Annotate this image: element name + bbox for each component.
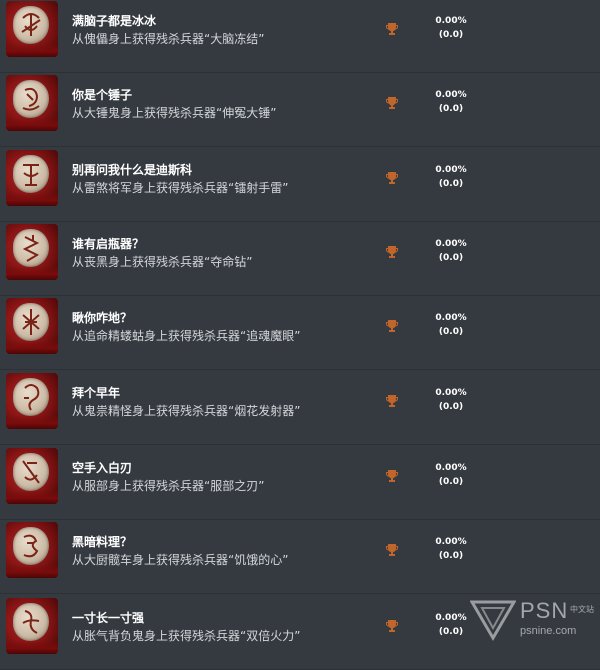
trophy-title[interactable]: 瞅你咋地？	[72, 309, 132, 326]
trophy-count: (0.0)	[438, 30, 464, 40]
trophy-thumbnail	[6, 150, 58, 206]
trophy-row[interactable]: 黑暗料理？ 从大厨髋车身上获得残杀兵器“饥饿的心” 0.00% (0.0)	[0, 521, 600, 594]
psnine-logo-icon	[470, 600, 516, 641]
watermark-url: psnine.com	[520, 625, 577, 637]
trophy-count: (0.0)	[438, 477, 464, 487]
glyph-icon	[23, 534, 39, 558]
trophy-percent: 0.00%	[435, 16, 467, 26]
trophy-description: 从大厨髋车身上获得残杀兵器“饥饿的心”	[72, 553, 289, 567]
trophy-title[interactable]: 黑暗料理？	[72, 533, 132, 550]
trophy-percent: 0.00%	[435, 90, 467, 100]
trophy-percent: 0.00%	[435, 165, 467, 175]
glyph-icon	[22, 460, 40, 484]
trophy-count: (0.0)	[438, 551, 464, 561]
trophy-description: 从傀儡身上获得残杀兵器“大脑冻结”	[72, 32, 265, 46]
trophy-title[interactable]: 别再问我什么是迪斯科	[72, 161, 192, 178]
trophy-thumbnail	[6, 448, 58, 504]
trophy-title[interactable]: 满脑子都是冰冰	[72, 12, 156, 29]
trophy-row[interactable]: 你是个锤子 从大锤鬼身上获得残杀兵器“伸冤大锤” 0.00% (0.0)	[0, 74, 600, 147]
trophy-percent: 0.00%	[435, 388, 467, 398]
trophy-row[interactable]: 谁有启瓶器？ 从丧黑身上获得残杀兵器“夺命钻” 0.00% (0.0)	[0, 223, 600, 296]
trophy-bronze-icon	[386, 172, 398, 184]
trophy-bronze-icon	[386, 320, 398, 332]
trophy-title[interactable]: 空手入白刃	[72, 459, 132, 476]
trophy-description: 从胀气背负鬼身上获得残杀兵器“双倍火力”	[72, 629, 301, 643]
glyph-icon	[22, 309, 40, 335]
trophy-title[interactable]: 你是个锤子	[72, 86, 132, 103]
psnine-watermark: PSN 中文站 psnine.com	[470, 598, 598, 644]
glyph-icon	[22, 87, 40, 111]
trophy-percent: 0.00%	[435, 313, 467, 323]
glyph-icon	[21, 13, 41, 36]
trophy-bronze-icon	[386, 544, 398, 556]
trophy-thumbnail	[6, 224, 58, 280]
trophy-count: (0.0)	[438, 104, 464, 114]
trophy-description: 从鬼祟精怪身上获得残杀兵器“烟花发射器”	[72, 404, 301, 418]
glyph-icon	[23, 164, 39, 186]
trophy-count: (0.0)	[438, 402, 464, 412]
trophy-description: 从大锤鬼身上获得残杀兵器“伸冤大锤”	[72, 106, 277, 120]
trophy-description: 从追命精蝼蛄身上获得残杀兵器“追魂魔眼”	[72, 329, 301, 343]
trophy-row[interactable]: 瞅你咋地？ 从追命精蝼蛄身上获得残杀兵器“追魂魔眼” 0.00% (0.0)	[0, 297, 600, 370]
trophy-count: (0.0)	[438, 253, 464, 263]
trophy-row[interactable]: 满脑子都是冰冰 从傀儡身上获得残杀兵器“大脑冻结” 0.00% (0.0)	[0, 0, 600, 73]
trophy-description: 从服部身上获得残杀兵器“服部之刃”	[72, 479, 265, 493]
trophy-thumbnail	[6, 298, 58, 354]
trophy-bronze-icon	[386, 620, 398, 632]
trophy-row[interactable]: 拜个早年 从鬼祟精怪身上获得残杀兵器“烟花发射器” 0.00% (0.0)	[0, 372, 600, 445]
trophy-count: (0.0)	[438, 327, 464, 337]
trophy-title[interactable]: 一寸长一寸强	[72, 609, 144, 626]
watermark-brand-cn: 中文站	[570, 605, 594, 614]
trophy-bronze-icon	[386, 97, 398, 109]
glyph-icon	[22, 235, 40, 262]
trophy-bronze-icon	[386, 23, 398, 35]
trophy-percent: 0.00%	[435, 463, 467, 473]
trophy-row[interactable]: 别再问我什么是迪斯科 从雷煞将军身上获得残杀兵器“镭射手雷” 0.00% (0.…	[0, 149, 600, 222]
trophy-row[interactable]: 空手入白刃 从服部身上获得残杀兵器“服部之刃” 0.00% (0.0)	[0, 447, 600, 520]
watermark-brand: PSN	[520, 598, 569, 623]
trophy-thumbnail	[6, 75, 58, 131]
trophy-percent: 0.00%	[435, 537, 467, 547]
glyph-icon	[24, 384, 40, 411]
trophy-thumbnail	[6, 598, 58, 654]
trophy-count: (0.0)	[438, 179, 464, 189]
trophy-bronze-icon	[386, 470, 398, 482]
trophy-thumbnail	[6, 373, 58, 429]
trophy-percent: 0.00%	[435, 239, 467, 249]
trophy-thumbnail	[6, 1, 58, 57]
trophy-bronze-icon	[386, 395, 398, 407]
trophy-bronze-icon	[386, 246, 398, 258]
trophy-description: 从丧黑身上获得残杀兵器“夺命钻”	[72, 255, 253, 269]
trophy-title[interactable]: 拜个早年	[72, 384, 120, 401]
trophy-title[interactable]: 谁有启瓶器？	[72, 235, 144, 252]
trophy-description: 从雷煞将军身上获得残杀兵器“镭射手雷”	[72, 181, 289, 195]
trophy-thumbnail	[6, 522, 58, 578]
glyph-icon	[22, 610, 40, 634]
